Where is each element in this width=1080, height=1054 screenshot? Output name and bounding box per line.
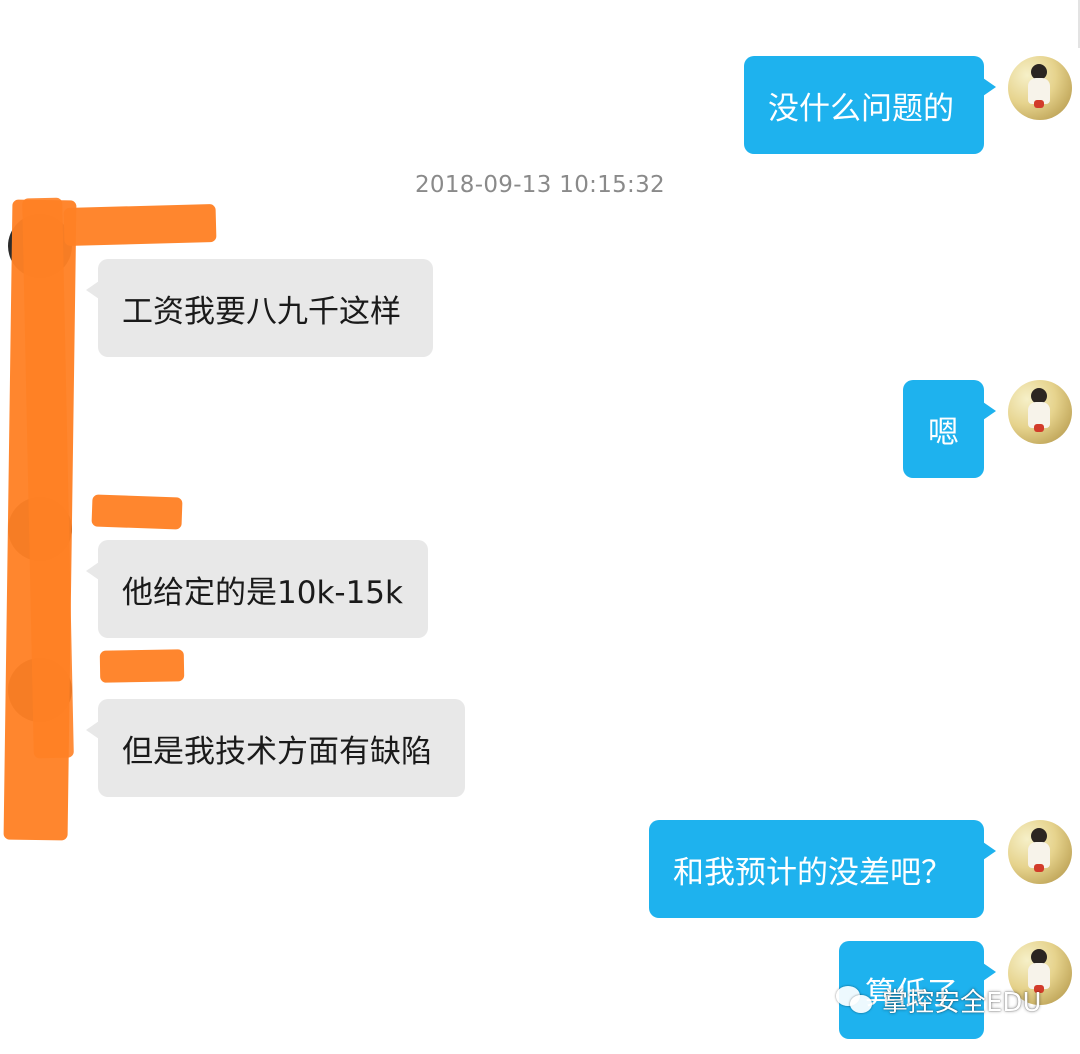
message-bubble-incoming[interactable]: 但是我技术方面有缺陷	[86, 699, 465, 797]
watermark: 掌控安全EDU	[836, 982, 1041, 1019]
redaction-mark-name	[99, 649, 185, 683]
chat-window: 没什么问题的 2018-09-13 10:15:32 工资我要八九千这样 嗯 他…	[0, 0, 1080, 1054]
message-text: 和我预计的没差吧？	[673, 854, 952, 891]
avatar-self[interactable]	[1008, 380, 1072, 444]
avatar-self[interactable]	[1008, 820, 1072, 884]
message-bubble-outgoing[interactable]: 嗯	[903, 380, 996, 478]
watermark-text: 掌控安全EDU	[882, 988, 1042, 1018]
message-text: 但是我技术方面有缺陷	[122, 733, 432, 770]
wechat-icon	[836, 985, 876, 1016]
message-text: 他给定的是10k-15k	[122, 574, 403, 611]
message-text: 工资我要八九千这样	[122, 293, 401, 330]
message-bubble-incoming[interactable]: 他给定的是10k-15k	[86, 540, 428, 638]
message-bubble-outgoing[interactable]: 和我预计的没差吧？	[649, 820, 996, 918]
redaction-mark-name	[91, 494, 183, 530]
message-timestamp: 2018-09-13 10:15:32	[415, 172, 665, 198]
message-bubble-outgoing[interactable]: 没什么问题的	[744, 56, 996, 154]
message-text: 嗯	[928, 414, 959, 451]
redaction-mark-name	[63, 204, 217, 246]
avatar-self[interactable]	[1008, 56, 1072, 120]
message-bubble-incoming[interactable]: 工资我要八九千这样	[86, 259, 433, 357]
message-text: 没什么问题的	[768, 90, 954, 127]
